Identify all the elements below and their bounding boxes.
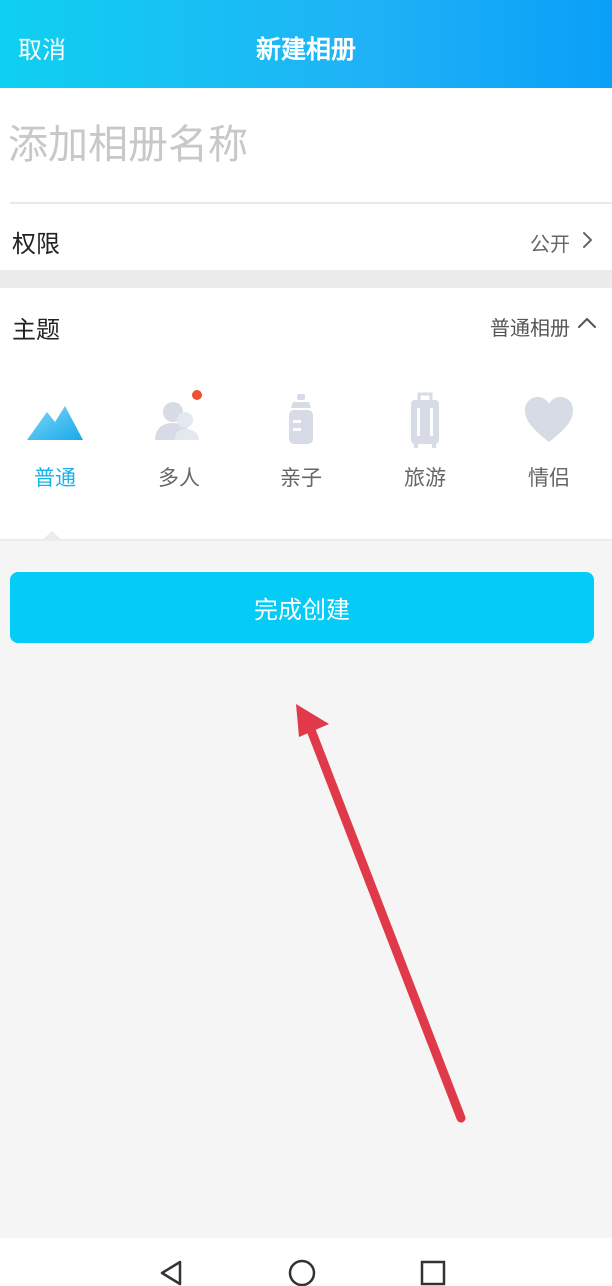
section-separator (0, 270, 612, 288)
theme-label: 主题 (12, 316, 60, 344)
divider (0, 539, 612, 541)
permission-row[interactable]: 权限 公开 (0, 204, 612, 270)
theme-row[interactable]: 主题 普通相册 (0, 288, 612, 360)
permission-value: 公开 (530, 232, 570, 256)
create-album-button[interactable]: 完成创建 (10, 572, 594, 643)
baby-bottle-icon (289, 394, 313, 444)
theme-option-family[interactable]: 亲子 (246, 380, 356, 510)
permission-label: 权限 (12, 230, 60, 258)
home-circle-icon[interactable] (287, 1258, 317, 1286)
recent-square-icon[interactable] (418, 1258, 448, 1286)
system-nav-bar (0, 1238, 612, 1286)
heart-icon (525, 397, 573, 442)
theme-option-normal[interactable]: 普通 (0, 380, 110, 510)
theme-option-label: 情侣 (528, 466, 570, 490)
theme-option-label: 旅游 (404, 466, 446, 490)
page-title: 新建相册 (255, 35, 356, 64)
chevron-up-icon (578, 318, 596, 328)
chevron-right-icon (583, 232, 592, 248)
theme-option-label: 亲子 (280, 466, 322, 490)
album-name-section (0, 88, 612, 204)
album-name-input[interactable] (8, 114, 598, 176)
theme-option-label: 普通 (34, 466, 76, 490)
theme-option-label: 多人 (158, 466, 200, 490)
theme-section: 主题 普通相册 普通 多人 亲子 旅游 情侣 (0, 288, 612, 540)
theme-option-couple[interactable]: 情侣 (494, 380, 604, 510)
theme-option-group[interactable]: 多人 (124, 380, 234, 510)
notification-badge (192, 390, 202, 400)
theme-option-travel[interactable]: 旅游 (370, 380, 480, 510)
mountain-icon (27, 406, 83, 440)
luggage-icon (411, 392, 439, 448)
top-bar: 取消 新建相册 (0, 0, 612, 88)
back-triangle-icon[interactable] (156, 1258, 186, 1286)
theme-value: 普通相册 (490, 316, 570, 340)
